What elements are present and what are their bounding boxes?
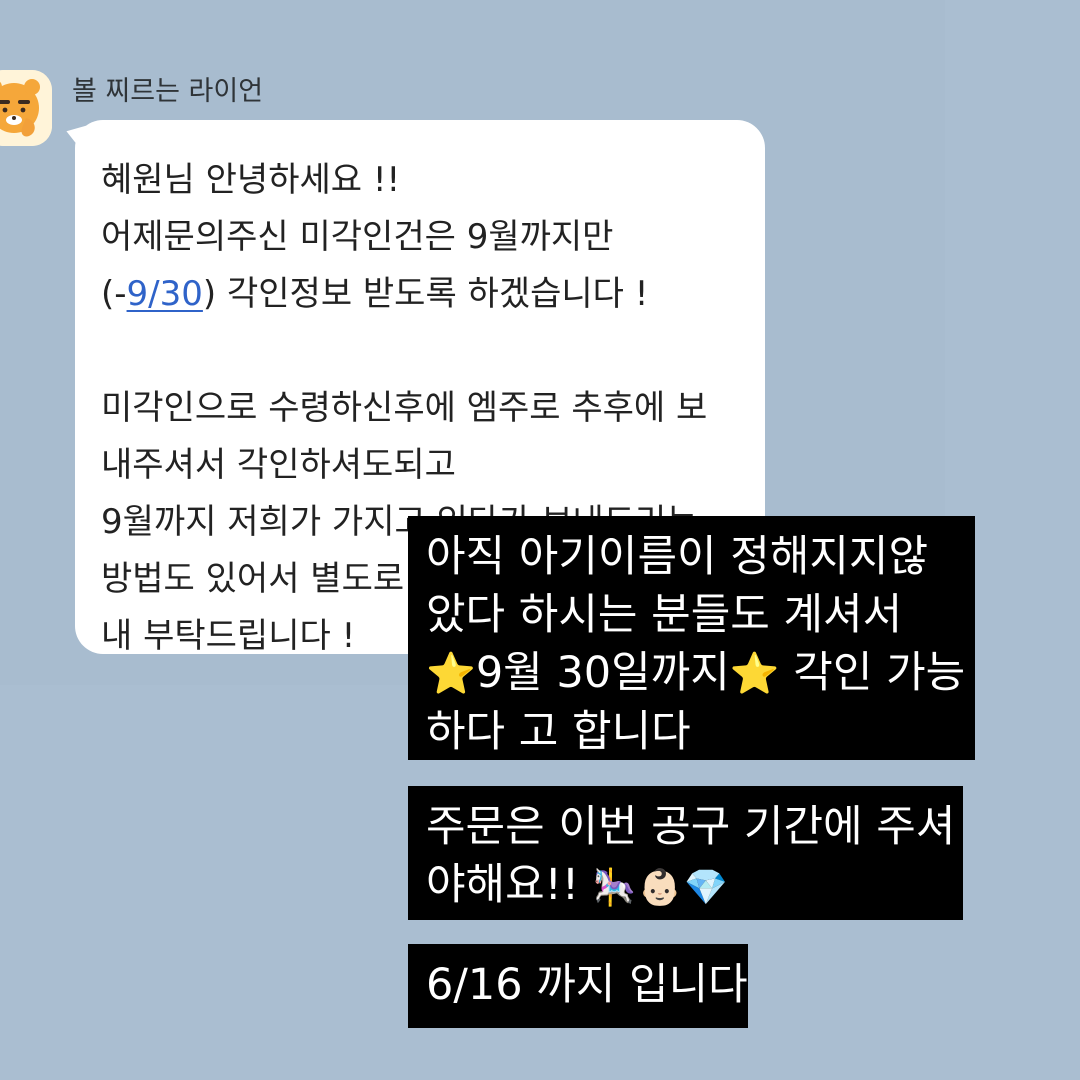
avatar-nose (12, 116, 16, 120)
ryan-avatar-icon[interactable] (0, 70, 52, 146)
avatar-right-eye (20, 107, 26, 113)
avatar-right-ear (24, 79, 40, 95)
caption-box-order-period: 주문은 이번 공구 기간에 주셔 야해요!! 🎠👶🏻💎 (408, 786, 963, 920)
message-line-3-prefix: (- (101, 274, 127, 314)
emoji-sequence-icon: 🎠👶🏻💎 (592, 868, 730, 908)
star-emoji-icon: ⭐ (426, 651, 476, 697)
caption-1-line-2: 았다 하시는 분들도 계셔서 (426, 590, 903, 640)
caption-2-line-2-text: 야해요!! (426, 860, 593, 910)
date-link[interactable]: 9/30 (127, 274, 203, 314)
avatar-left-eye (2, 107, 8, 113)
message-line-5: 내주셔서 각인하셔도되고 (101, 445, 456, 485)
caption-box-deadline: 6/16 까지 입니다 (408, 944, 748, 1028)
message-line-1: 혜원님 안녕하세요 !! (101, 160, 401, 200)
caption-1-line-1: 아직 아기이름이 정해지지않 (426, 532, 929, 582)
message-line-4: 미각인으로 수령하신후에 엠주로 추후에 보 (101, 388, 708, 428)
caption-1-line-3: ⭐9월 30일까지⭐ 각인 가능 (426, 644, 975, 703)
caption-3-line-1: 6/16 까지 입니다 (426, 960, 748, 1010)
caption-2-line-1: 주문은 이번 공구 기간에 주셔 (426, 802, 956, 852)
avatar-left-brow (0, 100, 10, 104)
avatar-right-brow (18, 100, 30, 104)
caption-box-name-pending: 아직 아기이름이 정해지지않 았다 하시는 분들도 계셔서 ⭐9월 30일까지⭐… (408, 516, 975, 760)
star-emoji-icon: ⭐ (729, 651, 780, 697)
caption-2-line-2: 야해요!! 🎠👶🏻💎 (426, 856, 963, 917)
caption-1-line-3-text-2: 각인 가능 (779, 648, 966, 698)
caption-1-line-3-text-1: 9월 30일까지 (475, 648, 730, 698)
message-line-2: 어제문의주신 미각인건은 9월까지만 (101, 217, 614, 257)
sender-name: 볼 찌르는 라이언 (72, 76, 264, 107)
caption-1-line-4: 하다 고 합니다 (426, 707, 691, 757)
message-line-3-suffix: ) 각인정보 받도록 하겠습니다 ! (202, 274, 649, 314)
message-line-3: (-9/30) 각인정보 받도록 하겠습니다 ! (101, 266, 739, 323)
ryan-face-icon (0, 70, 52, 146)
